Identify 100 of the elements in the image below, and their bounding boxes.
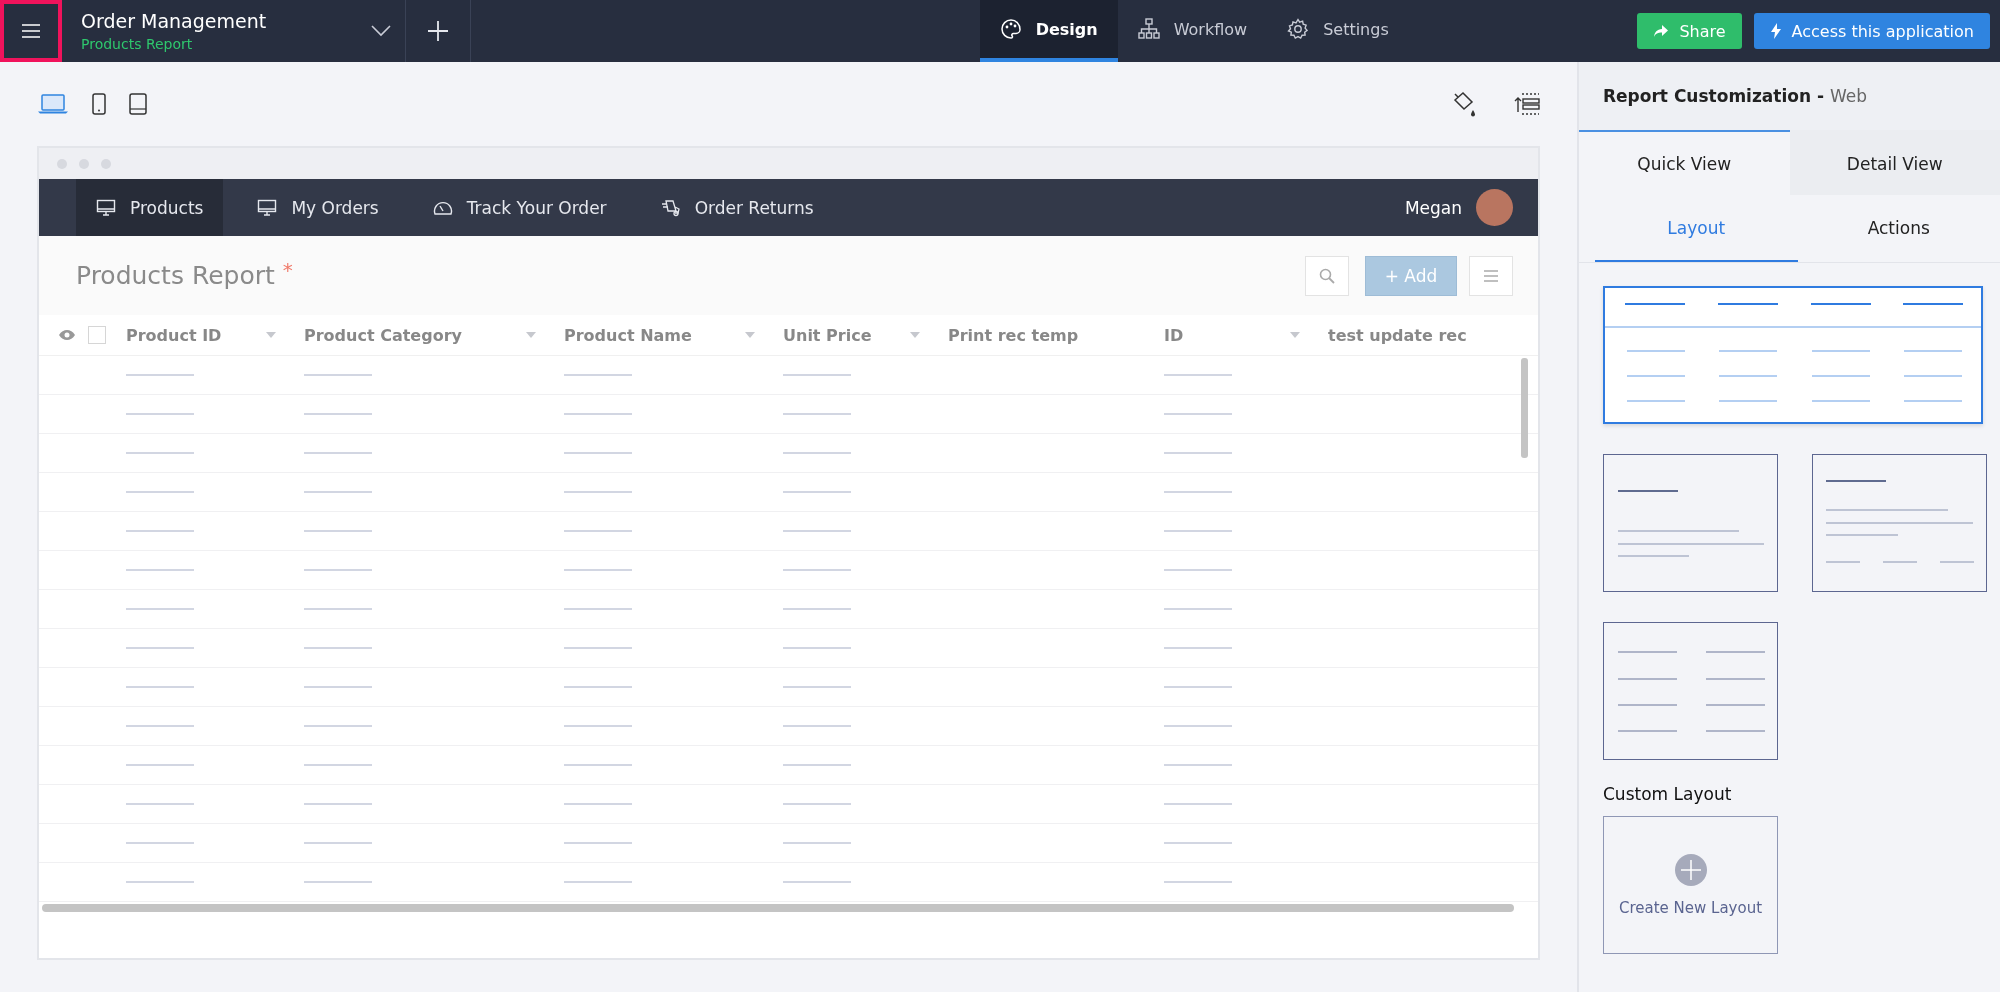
placeholder-line <box>564 374 632 376</box>
card-layout-option[interactable] <box>1603 454 1778 592</box>
table-layout-option[interactable] <box>1603 286 1983 424</box>
placeholder-line <box>126 491 194 493</box>
app-nav-item[interactable]: Products <box>76 179 224 236</box>
app-nav-item[interactable]: Track Your Order <box>412 179 627 236</box>
report-title: Products Report <box>76 261 275 290</box>
top-tab[interactable]: Workflow <box>1117 0 1268 62</box>
placeholder-line <box>126 647 194 649</box>
menu-button[interactable] <box>0 0 62 62</box>
laptop-view-button[interactable] <box>37 93 69 115</box>
column-header[interactable]: ID <box>1150 315 1314 355</box>
placeholder-line <box>783 569 851 571</box>
placeholder-line <box>1164 491 1232 493</box>
lightning-icon <box>1769 23 1782 39</box>
placeholder-line <box>126 803 194 805</box>
tablet-view-button[interactable] <box>129 93 147 115</box>
column-header[interactable]: Product Name <box>550 315 769 355</box>
column-header[interactable]: Product Category <box>290 315 550 355</box>
placeholder-line <box>564 608 632 610</box>
columns-settings-icon[interactable] <box>1514 92 1540 116</box>
placeholder-line <box>1164 686 1232 688</box>
column-header[interactable]: Unit Price <box>769 315 934 355</box>
eye-icon[interactable] <box>58 329 76 341</box>
create-layout-button[interactable]: Create New Layout <box>1603 816 1778 954</box>
placeholder-line <box>564 569 632 571</box>
placeholder-line <box>783 725 851 727</box>
view-tab[interactable]: Detail View <box>1789 130 2000 195</box>
placeholder-line <box>126 725 194 727</box>
monitor-icon <box>257 198 278 217</box>
placeholder-line <box>564 764 632 766</box>
placeholder-line <box>564 413 632 415</box>
placeholder-line <box>783 647 851 649</box>
placeholder-line <box>304 452 372 454</box>
plus-circle-icon <box>1673 853 1708 887</box>
paint-bucket-icon[interactable] <box>1452 90 1478 118</box>
scrollbar-thumb[interactable] <box>1521 358 1528 458</box>
column-header[interactable]: test update rec <box>1314 315 1538 355</box>
search-button[interactable] <box>1305 255 1349 296</box>
placeholder-line <box>304 686 372 688</box>
monitor-icon <box>96 198 116 217</box>
columns-layout-option[interactable] <box>1603 622 1778 760</box>
placeholder-line <box>304 608 372 610</box>
placeholder-line <box>304 413 372 415</box>
settings-icon <box>1287 18 1310 40</box>
column-header[interactable]: Product ID <box>112 315 290 355</box>
placeholder-line <box>304 374 372 376</box>
share-arrow-icon <box>1653 24 1670 38</box>
placeholder-line <box>126 686 194 688</box>
sub-tab[interactable]: Actions <box>1797 195 2000 262</box>
placeholder-line <box>1164 569 1232 571</box>
sub-tab[interactable]: Layout <box>1595 195 1798 262</box>
placeholder-line <box>783 413 851 415</box>
palette-icon <box>999 18 1022 40</box>
access-button[interactable]: Access this application <box>1753 13 1990 49</box>
top-tab[interactable]: Design <box>979 0 1118 62</box>
placeholder-line <box>564 842 632 844</box>
app-subtitle: Products Report <box>81 36 194 52</box>
placeholder-line <box>304 764 372 766</box>
placeholder-line <box>126 374 194 376</box>
placeholder-line <box>783 764 851 766</box>
placeholder-line <box>783 374 851 376</box>
select-all-checkbox[interactable] <box>88 326 106 344</box>
placeholder-line <box>1164 530 1232 532</box>
placeholder-line <box>304 881 372 883</box>
placeholder-line <box>304 491 372 493</box>
placeholder-line <box>126 569 194 571</box>
scrollbar-thumb[interactable] <box>42 904 1514 912</box>
section-heading: Custom Layout <box>1602 783 1733 804</box>
placeholder-line <box>126 608 194 610</box>
user-name: Megan <box>1404 197 1462 218</box>
detail-layout-option[interactable] <box>1812 454 1987 592</box>
placeholder-line <box>783 881 851 883</box>
placeholder-line <box>1164 608 1232 610</box>
placeholder-line <box>783 803 851 805</box>
placeholder-line <box>126 530 194 532</box>
placeholder-line <box>1164 725 1232 727</box>
placeholder-line <box>564 530 632 532</box>
placeholder-line <box>304 647 372 649</box>
column-header[interactable]: Print rec temp <box>934 315 1150 355</box>
placeholder-line <box>1164 803 1232 805</box>
placeholder-line <box>1164 374 1232 376</box>
menu-icon <box>1483 268 1499 283</box>
chevron-down-icon[interactable] <box>371 25 391 37</box>
search-icon <box>1319 267 1335 284</box>
app-title: Order Management <box>81 10 267 32</box>
placeholder-line <box>783 491 851 493</box>
menu-icon <box>21 23 41 39</box>
placeholder-line <box>783 530 851 532</box>
avatar[interactable] <box>1476 189 1513 226</box>
placeholder-line <box>564 452 632 454</box>
app-nav-item[interactable]: My Orders <box>237 179 399 236</box>
placeholder-line <box>564 803 632 805</box>
phone-view-button[interactable] <box>91 93 107 115</box>
placeholder-line <box>304 569 372 571</box>
placeholder-line <box>564 881 632 883</box>
placeholder-line <box>304 530 372 532</box>
app-nav-item[interactable]: Order Returns <box>640 179 834 236</box>
top-tab[interactable]: Settings <box>1267 0 1409 62</box>
placeholder-line <box>1164 452 1232 454</box>
